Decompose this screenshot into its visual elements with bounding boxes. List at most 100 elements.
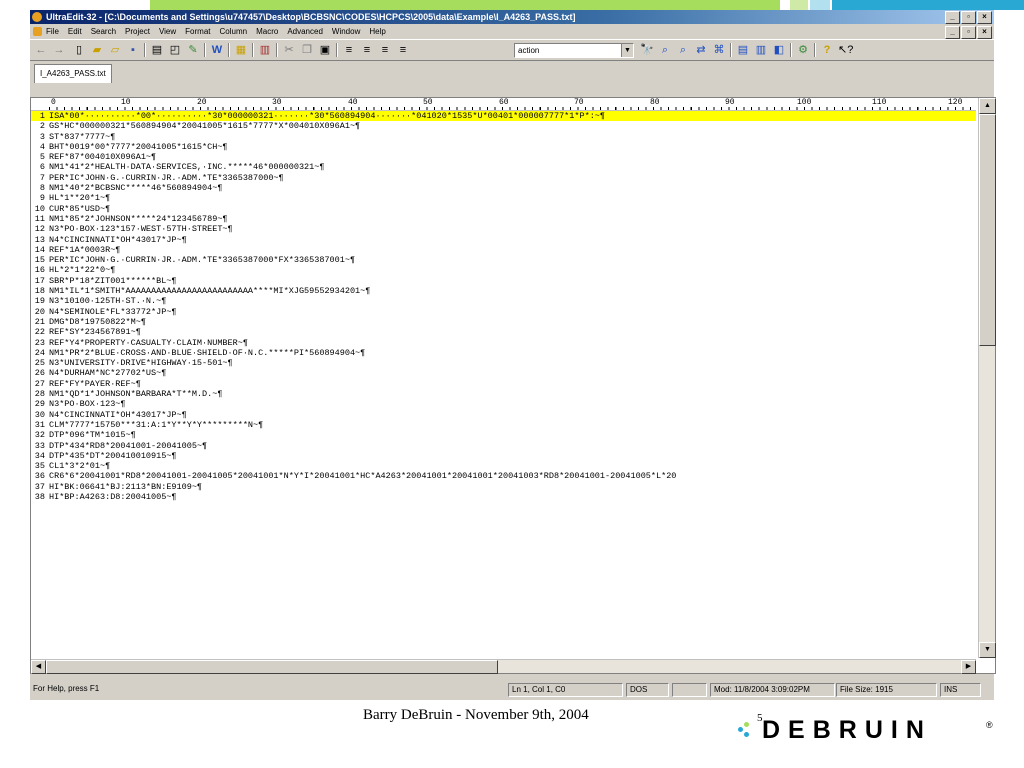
text-line[interactable]: 31 CLM*7777*15750***31:A:1*Y**Y*Y********… — [31, 420, 976, 430]
forward-icon[interactable]: → — [52, 43, 66, 57]
print-icon[interactable]: ▤ — [150, 43, 164, 57]
align-right-icon[interactable]: ≡ — [378, 43, 392, 57]
text-line[interactable]: 27 REF*FY*PAYER·REF~¶ — [31, 379, 976, 389]
line-text[interactable]: NM1*40*2*BCBSNC*****46*560894904~¶ — [49, 183, 222, 193]
line-text[interactable]: NM1*PR*2*BLUE·CROSS·AND·BLUE·SHIELD·OF·N… — [49, 348, 365, 358]
tools-icon[interactable]: ⚙ — [796, 43, 810, 57]
menu-format[interactable]: Format — [185, 24, 210, 39]
line-text[interactable]: ST*837*7777~¶ — [49, 132, 115, 142]
text-line[interactable]: 11 NM1*85*2*JOHNSON*****24*123456789~¶ — [31, 214, 976, 224]
text-line[interactable]: 30 N4*CINCINNATI*OH*43017*JP~¶ — [31, 410, 976, 420]
line-text[interactable]: DTP*096*TM*1015~¶ — [49, 430, 136, 440]
print-preview-icon[interactable]: ◰ — [168, 43, 182, 57]
menu-project[interactable]: Project — [125, 24, 150, 39]
text-line[interactable]: 38 HI*BP:A4263:D8:20041005~¶ — [31, 492, 976, 502]
line-text[interactable]: HL*1**20*1~¶ — [49, 193, 110, 203]
line-text[interactable]: N4*CINCINNATI*OH*43017*JP~¶ — [49, 235, 187, 245]
text-line[interactable]: 18 NM1*IL*1*SMITH*AAAAAAAAAAAAAAAAAAAAAAA… — [31, 286, 976, 296]
hex-edit-icon[interactable]: ▦ — [234, 43, 248, 57]
text-line[interactable]: 8 NM1*40*2*BCBSNC*****46*560894904~¶ — [31, 183, 976, 193]
line-text[interactable]: NM1*IL*1*SMITH*AAAAAAAAAAAAAAAAAAAAAAAAA… — [49, 286, 370, 296]
document-icon[interactable] — [33, 27, 42, 36]
vertical-scrollbar[interactable]: ▲ ▼ — [978, 98, 996, 658]
find-icon[interactable]: 🔭 — [640, 43, 654, 57]
open-file-icon[interactable]: ▱ — [108, 43, 122, 57]
line-text[interactable]: REF*Y4*PROPERTY·CASUALTY·CLAIM·NUMBER~¶ — [49, 338, 248, 348]
text-line[interactable]: 23 REF*Y4*PROPERTY·CASUALTY·CLAIM·NUMBER~… — [31, 338, 976, 348]
save-icon[interactable]: ▪ — [126, 43, 140, 57]
spell-check-icon[interactable]: ✎ — [186, 43, 200, 57]
help-icon[interactable]: ? — [820, 43, 834, 57]
menu-window[interactable]: Window — [332, 24, 360, 39]
new-file-icon[interactable]: ▯ — [72, 43, 86, 57]
text-line[interactable]: 32 DTP*096*TM*1015~¶ — [31, 430, 976, 440]
line-text[interactable]: REF*87*004010X096A1~¶ — [49, 152, 156, 162]
menu-edit[interactable]: Edit — [68, 24, 82, 39]
text-line[interactable]: 5 REF*87*004010X096A1~¶ — [31, 152, 976, 162]
back-icon[interactable]: ← — [34, 43, 48, 57]
title-bar[interactable]: UltraEdit-32 - [C:\Documents and Setting… — [30, 10, 994, 24]
line-text[interactable]: N3*PO·BOX·123*157·WEST·57TH·STREET~¶ — [49, 224, 233, 234]
text-line[interactable]: 6 NM1*41*2*HEALTH·DATA·SERVICES,·INC.****… — [31, 162, 976, 172]
scroll-right-icon[interactable]: ▶ — [961, 660, 976, 674]
justify-icon[interactable]: ≡ — [396, 43, 410, 57]
minimize-button[interactable]: _ — [945, 11, 960, 24]
chevron-down-icon[interactable]: ▼ — [621, 44, 633, 57]
line-text[interactable]: CLM*7777*15750***31:A:1*Y**Y*Y*********N… — [49, 420, 263, 430]
line-text[interactable]: NM1*85*2*JOHNSON*****24*123456789~¶ — [49, 214, 228, 224]
line-text[interactable]: REF*FY*PAYER·REF~¶ — [49, 379, 141, 389]
cut-icon[interactable]: ✂ — [282, 43, 296, 57]
line-text[interactable]: DMG*D8*19750822*M~¶ — [49, 317, 146, 327]
text-line[interactable]: 33 DTP*434*RD8*20041001-20041005~¶ — [31, 441, 976, 451]
line-text[interactable]: CL1*3*2*01~¶ — [49, 461, 110, 471]
line-text[interactable]: HL*2*1*22*0~¶ — [49, 265, 115, 275]
doc-restore-button[interactable]: ▫ — [961, 26, 976, 39]
context-help-icon[interactable]: ↖? — [838, 43, 853, 57]
find-in-files-icon[interactable]: ⌘ — [712, 43, 726, 57]
replace-icon[interactable]: ⇄ — [694, 43, 708, 57]
text-line[interactable]: 9 HL*1**20*1~¶ — [31, 193, 976, 203]
line-text[interactable]: BHT*0019*00*7777*20041005*1615*CH~¶ — [49, 142, 228, 152]
line-text[interactable]: N4*SEMINOLE*FL*33772*JP~¶ — [49, 307, 177, 317]
scroll-down-icon[interactable]: ▼ — [979, 642, 996, 658]
text-line[interactable]: 24 NM1*PR*2*BLUE·CROSS·AND·BLUE·SHIELD·OF… — [31, 348, 976, 358]
text-line[interactable]: 13 N4*CINCINNATI*OH*43017*JP~¶ — [31, 235, 976, 245]
doc-minimize-button[interactable]: _ — [945, 26, 960, 39]
menu-view[interactable]: View — [159, 24, 176, 39]
text-line[interactable]: 29 N3*PO·BOX·123~¶ — [31, 399, 976, 409]
paste-icon[interactable]: ▣ — [318, 43, 332, 57]
menu-column[interactable]: Column — [220, 24, 248, 39]
text-line[interactable]: 36 CR6*6*20041001*RD8*20041001-20041005*2… — [31, 471, 976, 481]
horizontal-scrollbar[interactable]: ◀ ▶ — [31, 659, 976, 674]
editor-pane[interactable]: 0 10 20 30 40 50 60 70 80 90 100 110 120… — [30, 97, 996, 674]
text-content[interactable]: 1 ISA*00*··········*00*··········*30*0000… — [31, 111, 976, 659]
text-line[interactable]: 21 DMG*D8*19750822*M~¶ — [31, 317, 976, 327]
text-line[interactable]: 37 HI*BK:06641*BJ:2113*BN:E9109~¶ — [31, 482, 976, 492]
column-mode-icon[interactable]: ▥ — [258, 43, 272, 57]
text-line[interactable]: 12 N3*PO·BOX·123*157·WEST·57TH·STREET~¶ — [31, 224, 976, 234]
line-text[interactable]: SBR*P*18*ZIT001******BL~¶ — [49, 276, 177, 286]
text-line[interactable]: 3 ST*837*7777~¶ — [31, 132, 976, 142]
doc-close-button[interactable]: × — [977, 26, 992, 39]
text-line[interactable]: 20 N4*SEMINOLE*FL*33772*JP~¶ — [31, 307, 976, 317]
line-text[interactable]: GS*HC*000000321*560894904*20041005*1615*… — [49, 121, 360, 131]
window-tile-icon[interactable]: ▤ — [736, 43, 750, 57]
text-line[interactable]: 14 REF*1A*0003R~¶ — [31, 245, 976, 255]
menu-file[interactable]: File — [46, 24, 59, 39]
text-line[interactable]: 19 N3*10100·125TH·ST.·N.~¶ — [31, 296, 976, 306]
align-left-icon[interactable]: ≡ — [342, 43, 356, 57]
tab-file[interactable]: I_A4263_PASS.txt — [34, 64, 112, 83]
scroll-left-icon[interactable]: ◀ — [31, 660, 46, 674]
line-text[interactable]: REF*SY*234567891~¶ — [49, 327, 141, 337]
line-text[interactable]: CR6*6*20041001*RD8*20041001-20041005*200… — [49, 471, 676, 481]
menu-macro[interactable]: Macro — [256, 24, 278, 39]
line-text[interactable]: DTP*434*RD8*20041001-20041005~¶ — [49, 441, 207, 451]
line-text[interactable]: HI*BP:A4263:D8:20041005~¶ — [49, 492, 177, 502]
word-wrap-icon[interactable]: W — [210, 43, 224, 57]
text-line[interactable]: 25 N3*UNIVERSITY·DRIVE*HIGHWAY·15-501~¶ — [31, 358, 976, 368]
line-text[interactable]: HI*BK:06641*BJ:2113*BN:E9109~¶ — [49, 482, 202, 492]
copy-icon[interactable]: ❐ — [300, 43, 314, 57]
line-text[interactable]: N3*10100·125TH·ST.·N.~¶ — [49, 296, 166, 306]
window-cascade-icon[interactable]: ◧ — [772, 43, 786, 57]
search-combo-value[interactable]: action — [518, 44, 539, 57]
